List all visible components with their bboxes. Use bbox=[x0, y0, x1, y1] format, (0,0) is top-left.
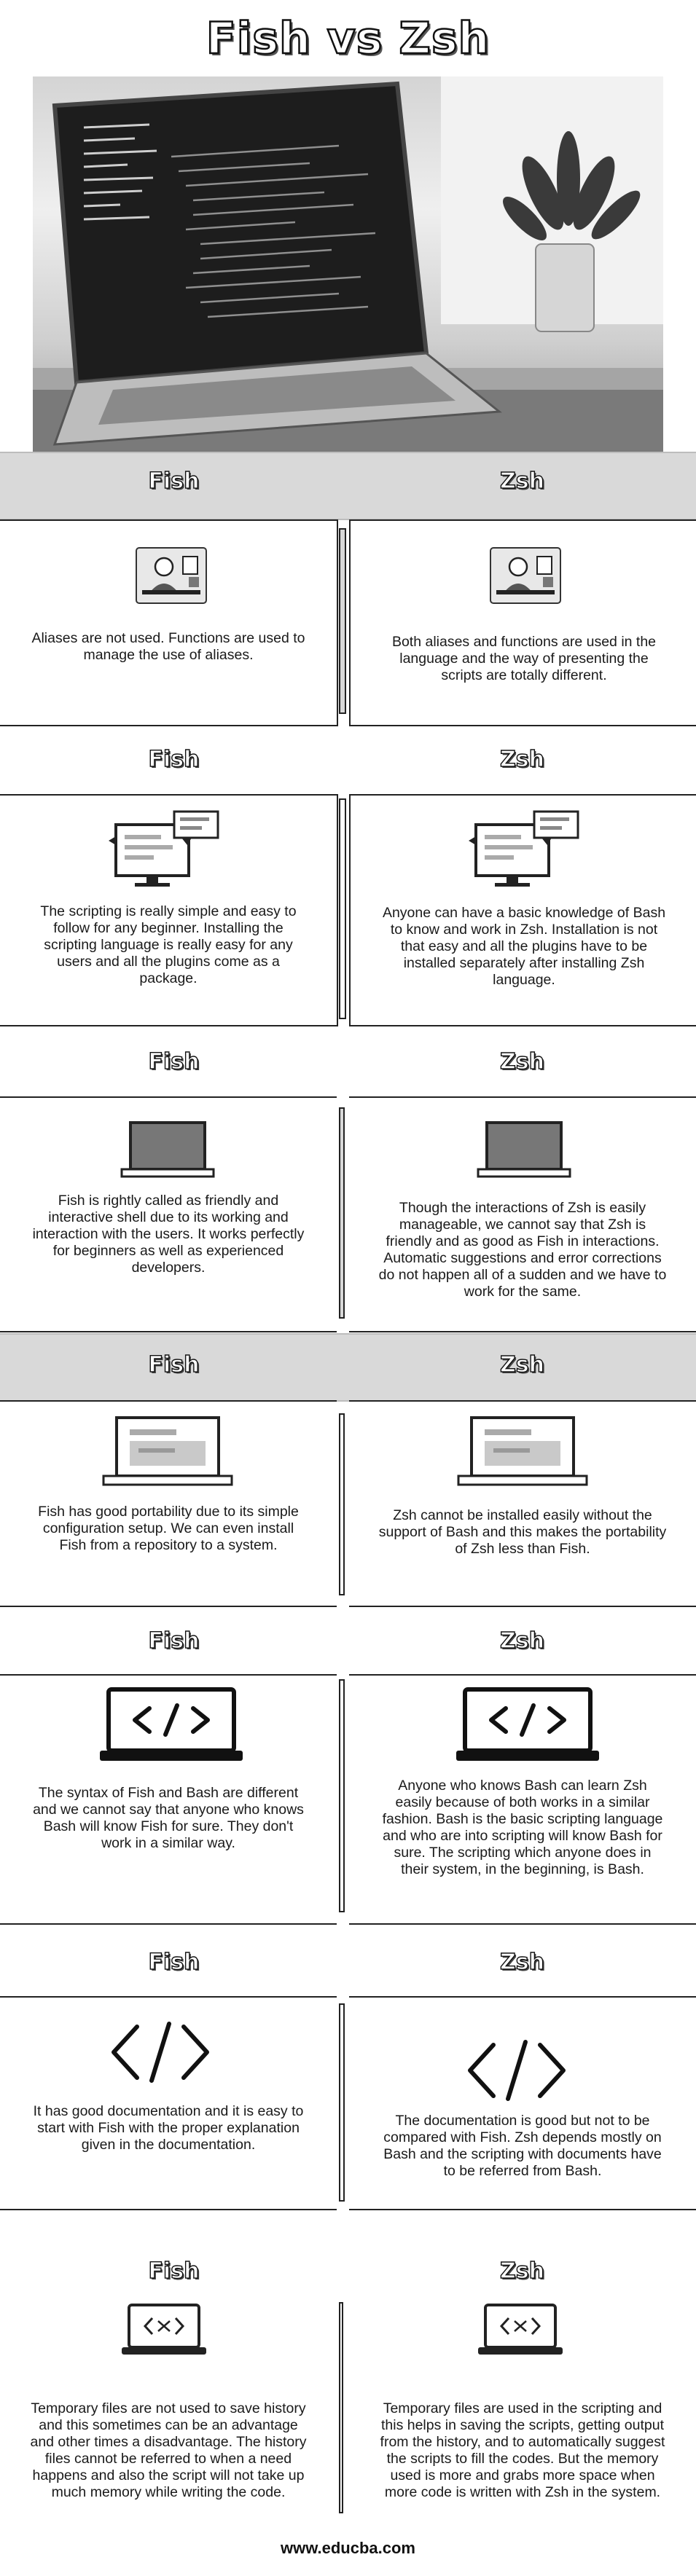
zsh-panel: The documentation is good but not to be … bbox=[349, 1996, 696, 2210]
column-header-zsh: Zsh bbox=[499, 2258, 544, 2284]
person-desk-icon bbox=[135, 546, 208, 608]
laptop-icon bbox=[477, 1120, 571, 1185]
column-header-zsh: Zsh bbox=[499, 1627, 544, 1654]
column-header-zsh: Zsh bbox=[499, 1048, 544, 1075]
divider bbox=[339, 1413, 345, 1595]
laptop-icon bbox=[120, 1120, 215, 1185]
column-header-zsh: Zsh bbox=[499, 1351, 544, 1378]
fish-panel: Fish has good portability due to its sim… bbox=[0, 1400, 337, 1607]
zsh-description: Temporary files are used in the scriptin… bbox=[380, 2400, 665, 2500]
column-header-fish: Fish bbox=[148, 1048, 200, 1075]
footer-url[interactable]: www.educba.com bbox=[0, 2534, 696, 2563]
fish-description: It has good documentation and it is easy… bbox=[33, 2103, 304, 2153]
laptop-code-icon bbox=[98, 1686, 244, 1770]
zsh-panel: Zsh cannot be installed easily without t… bbox=[349, 1400, 696, 1607]
column-header-fish: Fish bbox=[148, 1627, 200, 1654]
column-header-zsh: Zsh bbox=[499, 468, 544, 494]
zsh-panel: Anyone who knows Bash can learn Zsh easi… bbox=[349, 1674, 696, 1925]
column-header-fish: Fish bbox=[148, 746, 200, 772]
fish-panel: The scripting is really simple and easy … bbox=[0, 794, 338, 1026]
zsh-description: Though the interactions of Zsh is easily… bbox=[378, 1200, 667, 1300]
fish-panel: The syntax of Fish and Bash are differen… bbox=[0, 1674, 337, 1925]
zsh-panel: Though the interactions of Zsh is easily… bbox=[349, 1096, 696, 1332]
divider bbox=[339, 1679, 345, 1912]
zsh-panel: Temporary files are used in the scriptin… bbox=[349, 2291, 696, 2517]
column-header-fish: Fish bbox=[148, 1949, 200, 1975]
fish-description: Temporary files are not used to save his… bbox=[30, 2400, 307, 2500]
divider bbox=[339, 528, 346, 714]
fish-panel: It has good documentation and it is easy… bbox=[0, 1996, 337, 2210]
column-header-fish: Fish bbox=[148, 468, 200, 494]
zsh-description: Anyone can have a basic knowledge of Bas… bbox=[382, 905, 666, 988]
column-header-zsh: Zsh bbox=[499, 1949, 544, 1975]
laptop-code-icon bbox=[455, 1686, 601, 1770]
column-header-zsh: Zsh bbox=[499, 746, 544, 772]
page-title: Fish vs Zsh bbox=[205, 12, 490, 65]
fish-panel: Temporary files are not used to save his… bbox=[0, 2291, 337, 2517]
divider bbox=[339, 2003, 345, 2202]
zsh-description: Both aliases and functions are used in t… bbox=[391, 634, 657, 683]
fish-description: The syntax of Fish and Bash are differen… bbox=[33, 1785, 304, 1851]
zsh-description: The documentation is good but not to be … bbox=[383, 2113, 662, 2179]
fish-description: The scripting is really simple and easy … bbox=[40, 903, 297, 986]
column-header-fish: Fish bbox=[148, 2258, 200, 2284]
laptop-small-code-icon bbox=[477, 2302, 564, 2364]
fish-panel: Fish is rightly called as friendly and i… bbox=[0, 1096, 337, 1332]
code-brackets-icon bbox=[109, 2019, 211, 2089]
divider bbox=[339, 2302, 343, 2513]
laptop-window-icon bbox=[457, 1415, 588, 1491]
divider bbox=[339, 798, 346, 1019]
divider bbox=[339, 1107, 345, 1319]
fish-panel: Aliases are not used. Functions are used… bbox=[0, 519, 338, 726]
person-desk-icon bbox=[489, 546, 562, 608]
laptop-window-icon bbox=[102, 1415, 233, 1491]
zsh-panel: Anyone can have a basic knowledge of Bas… bbox=[349, 794, 696, 1026]
fish-description: Aliases are not used. Functions are used… bbox=[31, 630, 305, 663]
column-header-fish: Fish bbox=[148, 1351, 200, 1378]
zsh-panel: Both aliases and functions are used in t… bbox=[349, 519, 696, 726]
zsh-description: Anyone who knows Bash can learn Zsh easi… bbox=[382, 1778, 663, 1877]
code-brackets-icon bbox=[466, 2038, 568, 2107]
fish-description: Fish has good portability due to its sim… bbox=[38, 1504, 299, 1553]
fish-description: Fish is rightly called as friendly and i… bbox=[32, 1193, 305, 1276]
zsh-description: Zsh cannot be installed easily without t… bbox=[378, 1507, 667, 1557]
monitor-chat-icon bbox=[106, 810, 222, 894]
hero-laptop-image bbox=[33, 76, 663, 455]
monitor-chat-icon bbox=[466, 810, 582, 894]
laptop-small-code-icon bbox=[120, 2302, 208, 2364]
